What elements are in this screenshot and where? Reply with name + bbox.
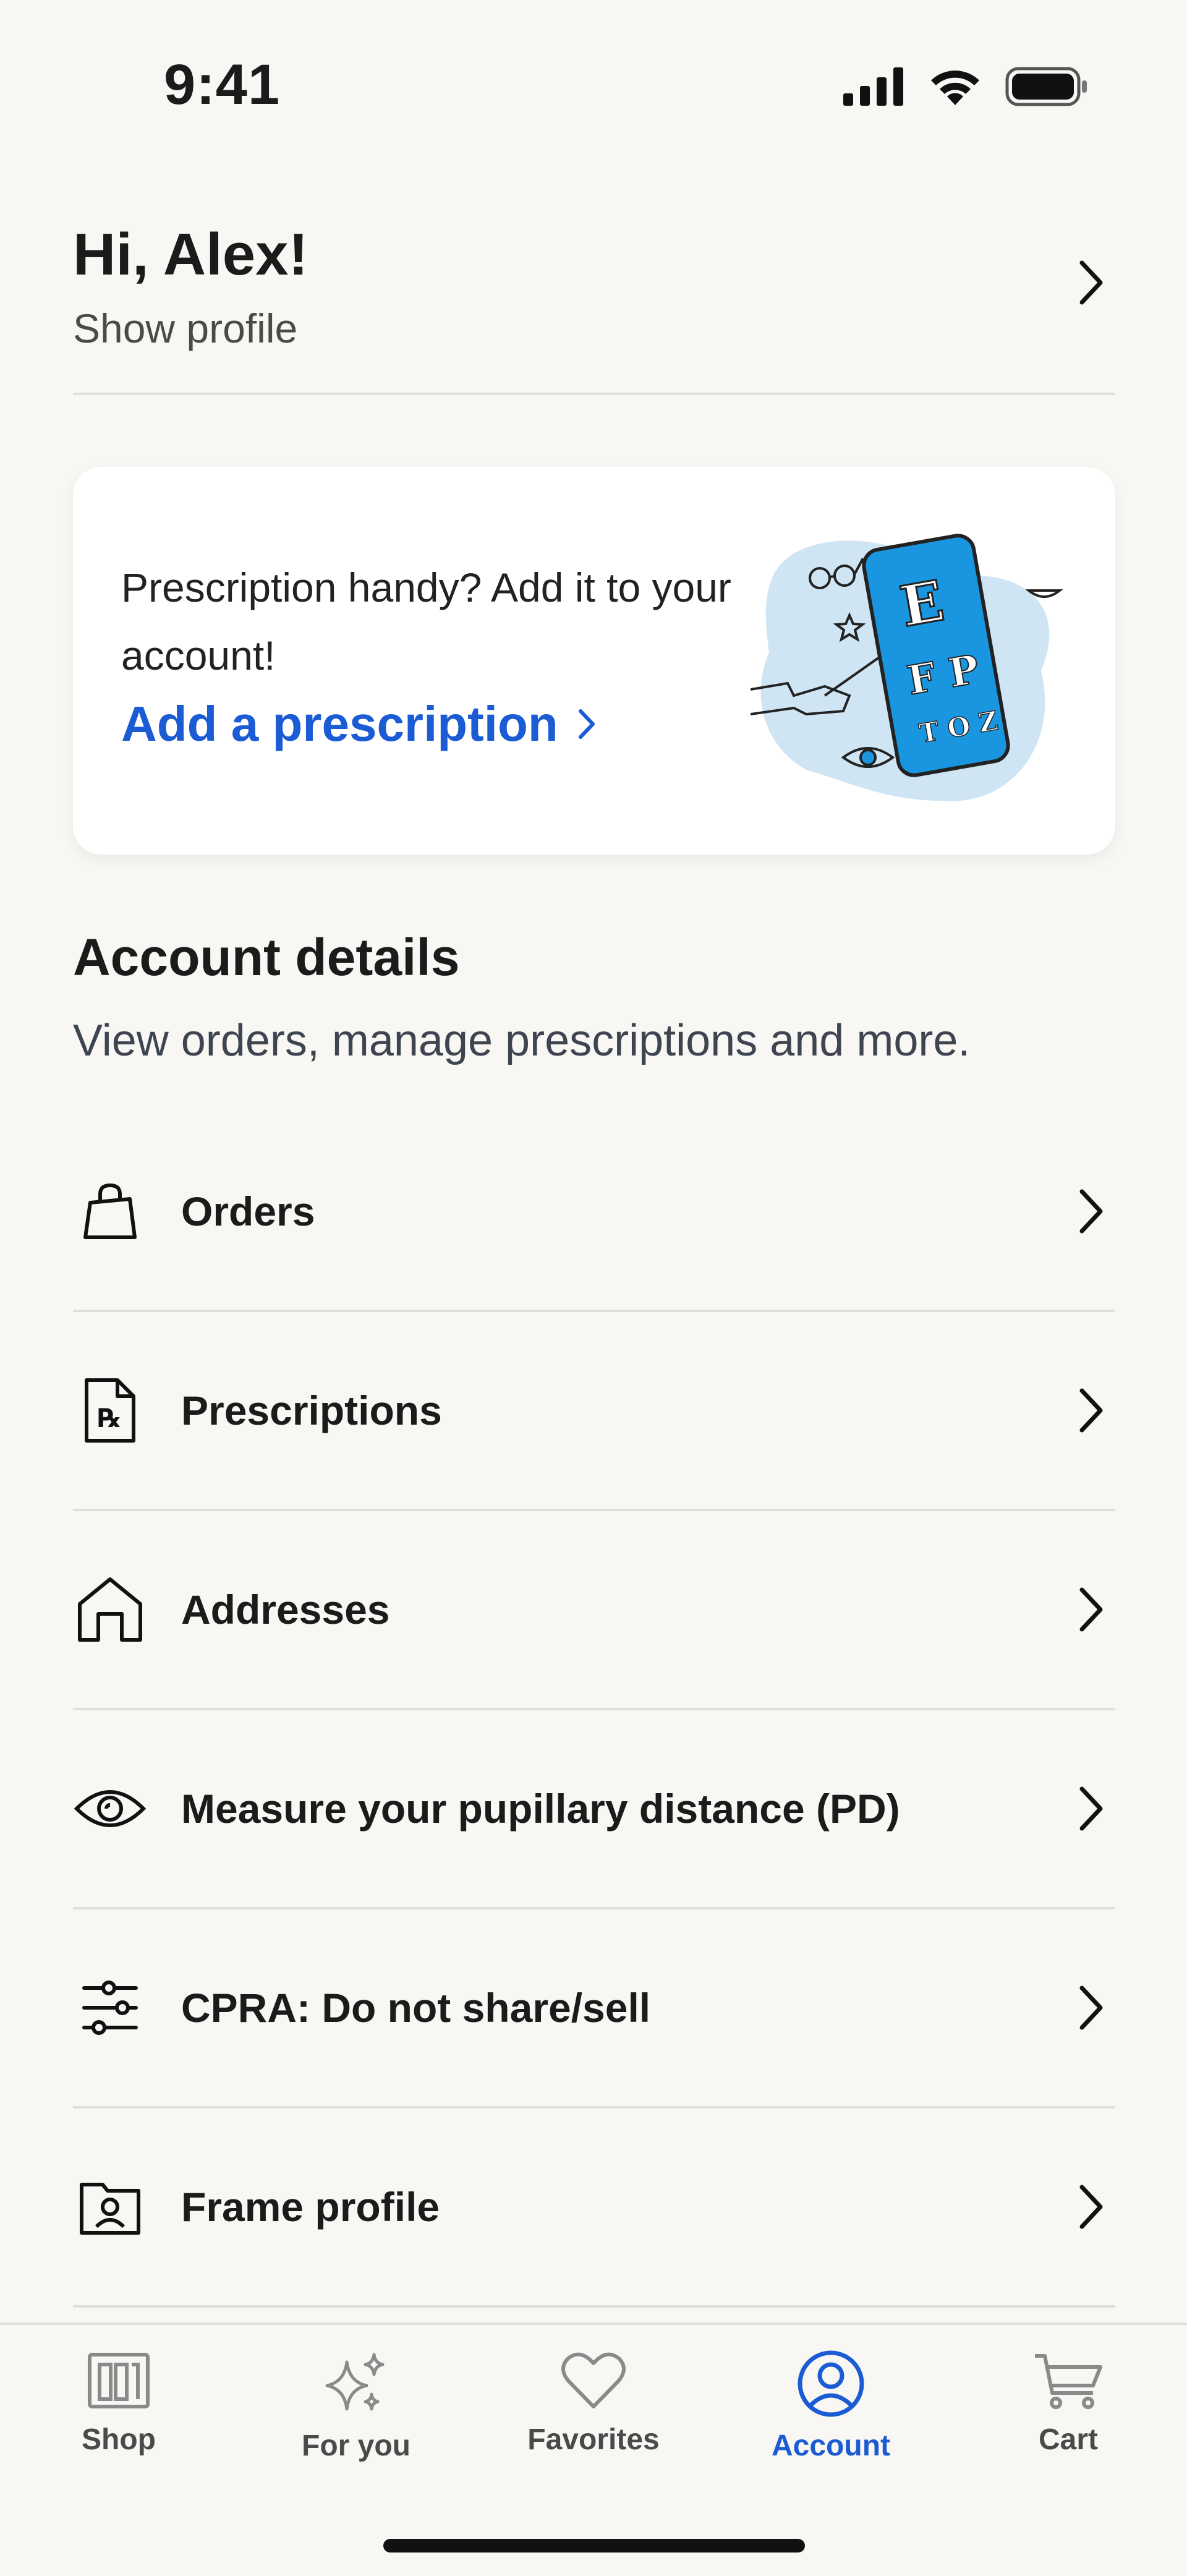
tab-label: Account [772, 2429, 890, 2462]
menu-label: Measure your pupillary distance (PD) [181, 1786, 900, 1832]
show-profile-link[interactable]: Show profile [73, 305, 297, 352]
shopping-bag-icon [73, 1174, 147, 1248]
menu-label: Orders [181, 1188, 315, 1234]
menu-label: Prescriptions [181, 1388, 442, 1433]
svg-text:℞: ℞ [98, 1403, 121, 1433]
eye-icon [73, 1772, 147, 1846]
status-icons [843, 67, 1088, 106]
add-prescription-label: Add a prescription [121, 696, 558, 751]
menu-label: CPRA: Do not share/sell [181, 1985, 651, 2031]
chevron-right-icon [1079, 2185, 1103, 2229]
chevron-right-icon [1079, 1388, 1103, 1433]
sliders-icon [73, 1971, 147, 2045]
menu-item-prescriptions[interactable]: ℞ Prescriptions [73, 1312, 1115, 1511]
tab-cart[interactable]: Cart [950, 2325, 1187, 2486]
sparkles-icon [325, 2353, 385, 2411]
tab-label: Favorites [527, 2423, 660, 2456]
account-details-title: Account details [73, 928, 460, 986]
tab-label: For you [302, 2429, 411, 2462]
add-prescription-link[interactable]: Add a prescription [121, 696, 597, 753]
menu-item-addresses[interactable]: Addresses [73, 1511, 1115, 1710]
cellular-signal-icon [843, 67, 903, 106]
rx-document-icon: ℞ [73, 1373, 147, 1448]
wifi-icon [931, 70, 979, 105]
eye-chart-illustration: E F P T O Z [751, 534, 1063, 801]
tab-label: Cart [1038, 2423, 1099, 2456]
menu-item-orders[interactable]: Orders [73, 1113, 1115, 1312]
profile-header[interactable]: Hi, Alex! Show profile [73, 207, 1115, 395]
chevron-right-icon [1079, 1587, 1103, 1632]
prescription-promo-card: Prescription handy? Add it to your accou… [73, 467, 1115, 855]
tab-favorites[interactable]: Favorites [475, 2325, 712, 2486]
bottom-tab-bar: Shop For you Favorites Account Cart [0, 2322, 1187, 2576]
promo-text: Prescription handy? Add it to your accou… [121, 565, 731, 678]
heart-icon [561, 2352, 626, 2408]
menu-label: Addresses [181, 1587, 390, 1632]
menu-item-cpra[interactable]: CPRA: Do not share/sell [73, 1909, 1115, 2109]
house-icon [73, 1572, 147, 1647]
status-bar: 9:41 [0, 0, 1187, 142]
shop-icon [88, 2353, 150, 2408]
battery-icon [1005, 67, 1087, 106]
account-details-subtitle: View orders, manage prescriptions and mo… [73, 1016, 971, 1065]
tab-label: Shop [82, 2423, 156, 2456]
tab-for-you[interactable]: For you [237, 2325, 475, 2486]
tab-account[interactable]: Account [712, 2325, 950, 2486]
account-menu: Orders ℞ Prescriptions Addresses Measure… [73, 1113, 1115, 2308]
chevron-right-icon [1079, 1189, 1103, 1234]
tab-shop[interactable]: Shop [0, 2325, 237, 2486]
chevron-right-icon [578, 709, 595, 739]
face-folder-icon [73, 2170, 147, 2244]
cart-icon [1035, 2354, 1102, 2409]
menu-item-measure-pd[interactable]: Measure your pupillary distance (PD) [73, 1710, 1115, 1909]
menu-label: Frame profile [181, 2184, 440, 2230]
menu-item-frame-profile[interactable]: Frame profile [73, 2109, 1115, 2308]
home-indicator [383, 2539, 805, 2553]
account-icon [798, 2350, 864, 2417]
chevron-right-icon [1079, 1985, 1103, 2030]
chevron-right-icon [1079, 1786, 1103, 1831]
greeting-title: Hi, Alex! [73, 221, 308, 288]
chevron-right-icon[interactable] [1076, 258, 1107, 307]
status-time: 9:41 [164, 53, 281, 116]
